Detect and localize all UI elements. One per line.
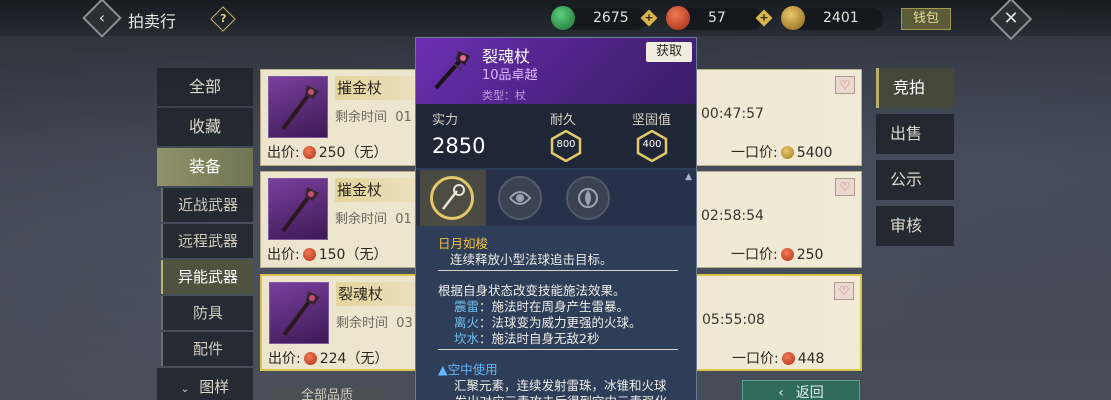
tooltip-header: 裂魂杖 10品卓越 类型：杖 获取 <box>416 38 696 104</box>
tab-review[interactable]: 审核 <box>876 206 954 246</box>
staff-item-icon <box>428 46 476 94</box>
back-arrow-icon: ‹ <box>98 8 106 27</box>
sidebar-sub-melee[interactable]: 近战武器 <box>161 188 253 222</box>
gold-leaf-icon <box>780 146 794 159</box>
add-red-coin-button[interactable]: + <box>755 9 773 27</box>
item-stats: 实力 耐久 坚固值 2850 800 400 <box>416 104 696 168</box>
jade-coin-icon <box>551 6 575 30</box>
staff-swirl-skill-icon[interactable] <box>430 176 474 220</box>
chevron-down-icon: ⌄ <box>180 384 190 395</box>
item-detail-tooltip: 裂魂杖 10品卓越 类型：杖 获取 实力 耐久 坚固值 2850 800 400… <box>415 37 697 400</box>
top-bar: ‹ 拍卖行 ? 2675 + 57 + 2401 钱包 ✕ <box>0 0 1111 41</box>
staff-item-icon <box>269 282 329 344</box>
red-coin-icon <box>666 6 690 30</box>
red-coin-icon <box>302 248 316 261</box>
help-button[interactable]: ? <box>210 6 236 32</box>
red-coin-icon <box>302 146 316 159</box>
back-arrow-icon: ‹ <box>778 385 784 400</box>
sidebar-item-favorites[interactable]: 收藏 <box>157 108 253 146</box>
scroll-up-icon[interactable]: ▲ <box>685 172 692 182</box>
sidebar-sub-accessory[interactable]: 配件 <box>161 332 253 366</box>
add-jade-button[interactable]: + <box>640 9 658 27</box>
favorite-heart-button[interactable]: ♡ <box>835 178 855 196</box>
currency-red: 57 + <box>666 6 773 30</box>
tab-sell[interactable]: 出售 <box>876 114 954 154</box>
red-coin-icon <box>781 352 795 365</box>
favorite-heart-button[interactable]: ♡ <box>835 76 855 94</box>
red-coin-icon <box>780 248 794 261</box>
storm-skill-icon[interactable] <box>498 176 542 220</box>
sidebar-sub-ranged[interactable]: 远程武器 <box>161 224 253 258</box>
return-button[interactable]: ‹ 返回 <box>742 380 860 400</box>
staff-item-icon <box>268 76 328 138</box>
tab-bidding[interactable]: 竞拍 <box>876 68 954 108</box>
divider <box>438 349 678 350</box>
sidebar-sub-psionic[interactable]: 异能武器 <box>161 260 253 294</box>
sidebar-item-patterns[interactable]: ⌄ 图样 <box>157 368 253 400</box>
wallet-button[interactable]: 钱包 <box>901 8 951 30</box>
red-coin-icon <box>303 352 317 365</box>
favorite-heart-button[interactable]: ♡ <box>834 282 854 300</box>
sidebar-item-equipment[interactable]: 装备 <box>157 148 253 186</box>
tab-public[interactable]: 公示 <box>876 160 954 200</box>
page-title: 拍卖行 <box>128 12 177 31</box>
currency-gold: 2401 <box>781 6 883 30</box>
staff-item-icon <box>268 178 328 240</box>
currency-jade: 2675 + <box>551 6 658 30</box>
close-icon: ✕ <box>1003 8 1019 29</box>
flame-orb-skill-icon[interactable] <box>566 176 610 220</box>
sidebar-item-all[interactable]: 全部 <box>157 68 253 106</box>
divider <box>438 270 678 271</box>
obtain-button[interactable]: 获取 <box>646 42 692 62</box>
close-button[interactable]: ✕ <box>989 0 1033 41</box>
category-sidebar: 全部 收藏 装备 近战武器 远程武器 异能武器 防具 配件 ⌄ 图样 <box>157 68 253 400</box>
skill-row <box>416 170 696 226</box>
back-button[interactable]: ‹ <box>82 0 122 38</box>
gold-leaf-icon <box>781 6 805 30</box>
sidebar-sub-armor[interactable]: 防具 <box>161 296 253 330</box>
auction-tabs: 竞拍 出售 公示 审核 <box>876 68 954 252</box>
question-icon: ? <box>220 12 227 26</box>
quality-filter-button[interactable]: 全部品质 <box>270 386 384 400</box>
